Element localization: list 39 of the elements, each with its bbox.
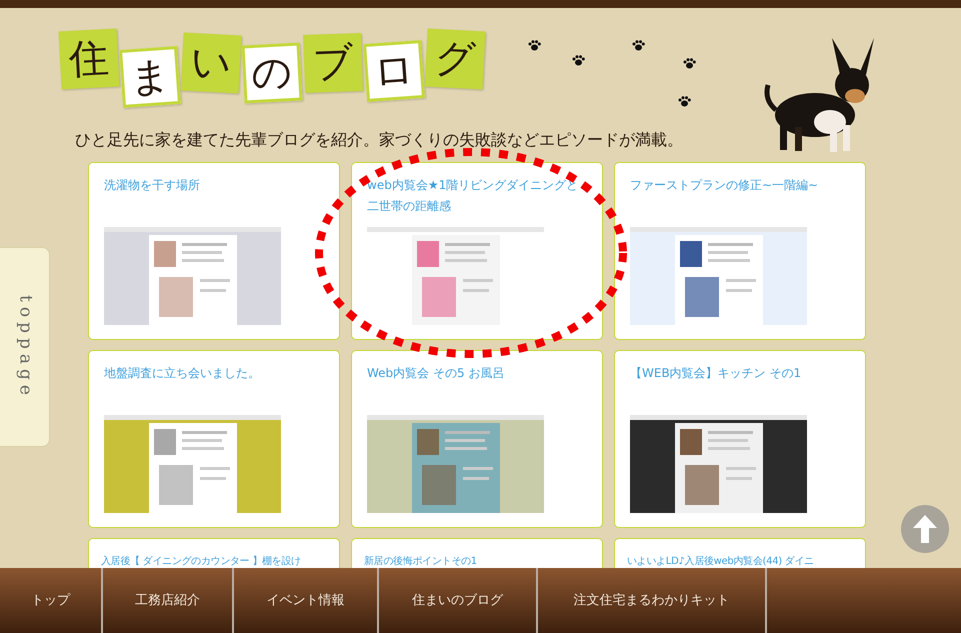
post-title-link[interactable]: ファーストプランの修正~一階編~: [630, 175, 850, 217]
tagline: ひと足先に家を建てた先輩ブログを紹介。家づくりの失敗談などエピソードが満載。: [75, 129, 683, 151]
post-title-link[interactable]: いよいよLD♪入居後web内覧会(44) ダイニ: [627, 551, 861, 568]
post-title-link[interactable]: 【WEB内覧会】キッチン その1: [630, 363, 850, 405]
back-to-top-button[interactable]: [901, 505, 949, 553]
post-title-link[interactable]: 洗濯物を干す場所: [104, 175, 324, 217]
up-arrow-icon: [912, 514, 938, 544]
post-card[interactable]: 新居の後悔ポイントその1: [351, 538, 603, 568]
post-card[interactable]: 入居後【 ダイニングのカウンター 】棚を設け: [88, 538, 340, 568]
paw-print-icon: [528, 40, 541, 51]
footer-nav-link[interactable]: トップ: [0, 568, 103, 633]
post-card[interactable]: いよいよLD♪入居後web内覧会(44) ダイニ: [614, 538, 866, 568]
post-title-link[interactable]: Web内覧会 その5 お風呂: [367, 363, 587, 405]
toppage-tab[interactable]: toppage: [0, 247, 50, 447]
title-tile: 住: [58, 28, 120, 90]
footer-nav-link[interactable]: 住まいのブログ: [379, 568, 538, 633]
post-card[interactable]: 洗濯物を干す場所: [88, 162, 340, 340]
post-title-link[interactable]: web内覧会★1階リビングダイニングと二世帯の距離感: [367, 175, 587, 217]
title-tile: ロ: [363, 40, 425, 102]
title-tile: グ: [424, 28, 486, 90]
post-card[interactable]: ファーストプランの修正~一階編~: [614, 162, 866, 340]
title-tile: い: [180, 32, 242, 94]
paw-print-icon: [572, 55, 585, 66]
post-title-link[interactable]: 入居後【 ダイニングのカウンター 】棚を設け: [101, 551, 335, 568]
footer-nav-link[interactable]: イベント情報: [234, 568, 379, 633]
paw-print-icon: [632, 40, 645, 51]
title-tile: の: [242, 42, 302, 104]
post-title-link[interactable]: 地盤調査に立ち会いました。: [104, 363, 324, 405]
paw-print-icon: [683, 58, 696, 69]
post-card[interactable]: 地盤調査に立ち会いました。: [88, 350, 340, 528]
post-card[interactable]: Web内覧会 その5 お風呂: [351, 350, 603, 528]
post-title-link[interactable]: 新居の後悔ポイントその1: [364, 551, 598, 568]
title-tile: ブ: [303, 33, 363, 93]
title-tile: ま: [119, 46, 181, 108]
footer-nav-link[interactable]: 工務店紹介: [103, 568, 234, 633]
paw-print-icon: [678, 96, 691, 107]
post-card[interactable]: 【WEB内覧会】キッチン その1: [614, 350, 866, 528]
footer-nav-link[interactable]: 注文住宅まるわかりキット: [538, 568, 767, 633]
post-card[interactable]: web内覧会★1階リビングダイニングと二世帯の距離感: [351, 162, 603, 340]
